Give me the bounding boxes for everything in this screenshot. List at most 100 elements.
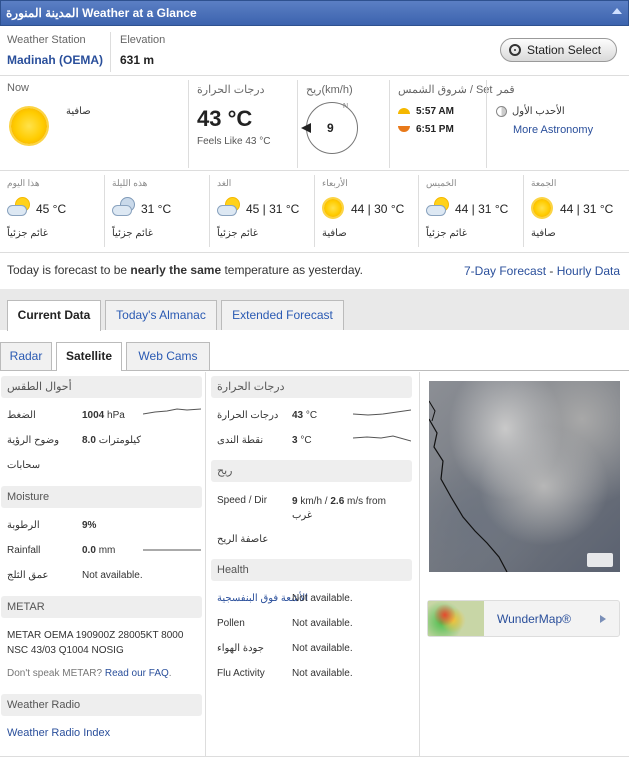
pollen-label: Pollen [217,618,245,629]
humidity-value: 9% [82,520,97,531]
partly-cloudy-icon [7,198,29,218]
tab-current-data[interactable]: Current Data [7,300,101,331]
wundermap-label: WunderMap® [497,612,571,626]
humidity-label: الرطوبة [7,520,40,531]
metar-faq-link[interactable]: Read our FAQ [105,668,169,679]
tab-extended-forecast[interactable]: Extended Forecast [221,300,344,330]
forecast-day-2: الغد [217,178,232,188]
satellite-image[interactable] [429,381,620,572]
elevation-value: 631 m [120,53,155,67]
wind-gust-label: عاصفة الريح [217,534,269,545]
chevron-right-icon [600,615,606,623]
subtab-radar[interactable]: Radar [0,342,52,370]
flu-activity-label: Flu Activity [217,668,265,679]
forecast-temp-5: 44 | 31 °C [560,202,614,216]
sunset-icon [398,126,410,132]
snow-depth-value: Not available. [82,570,143,581]
forecast-day-4: الخميس [426,178,457,188]
temperature-value: 43 °C [292,410,318,421]
wundermap-link[interactable]: WunderMap® [427,600,620,637]
wind-header: ريح [211,460,412,482]
pressure-label: الضغط [7,410,36,421]
sunny-icon [11,108,47,144]
forecast-day-0: هذا اليوم [7,178,40,188]
forecast-temp-1: 31 °C [141,202,172,216]
temp-label: درجات الحرارة [197,84,265,96]
station-name[interactable]: Madinah (OEMA) [7,53,103,67]
temperature-sparkline [353,409,411,416]
current-temp: 43 °C [197,106,253,131]
more-astronomy-link[interactable]: More Astronomy [513,124,593,136]
air-quality-value: Not available. [292,643,353,654]
forecast-temp-3: 44 | 30 °C [351,202,405,216]
forecast-cond-1: غائم جزئياً [112,228,154,239]
dew-point-label: نقطة الندى [217,435,264,446]
wind-speed-label: Speed / Dir [217,495,268,506]
forecast-temp-2: 45 | 31 °C [246,202,300,216]
forecast-day-5: الجمعة [531,178,557,188]
metar-text: METAR OEMA 190900Z 28005KT 8000 NSC 43/0… [7,630,184,656]
sun-label: شروق الشمس / Set [398,84,493,96]
temperature-label: درجات الحرارة [217,410,279,421]
seven-day-forecast-link[interactable]: 7-Day Forecast [464,264,546,278]
partly-cloudy-icon [426,198,448,218]
forecast-temp-0: 45 °C [36,202,67,216]
wind-speed: 9 [327,121,334,135]
temperature-header: درجات الحرارة [211,376,412,398]
forecast-cond-2: غائم جزئياً [217,228,259,239]
dew-point-sparkline [353,435,411,442]
coastline-overlay [429,400,508,572]
pollen-value: Not available. [292,618,353,629]
rainfall-sparkline [143,549,201,551]
subtab-satellite[interactable]: Satellite [56,342,122,371]
station-select-button[interactable]: Station Select [500,38,617,62]
wind-label: ريح(km/h) [306,84,353,96]
sunset-time: 6:51 PM [416,124,454,135]
widget-title: المدينة المنورة Weather at a Glance [6,6,197,20]
now-condition: صافية [66,106,91,117]
partly-cloudy-night-icon [112,198,134,218]
compass-north-label: N [343,103,349,110]
wind-speed-value: 9 km/h / 2.6 m/s from غرب [292,496,386,521]
flu-activity-value: Not available. [292,668,353,679]
clouds-label: سحابات [7,460,41,471]
hourly-data-link[interactable]: Hourly Data [557,264,620,278]
forecast-cond-3: صافية [322,228,347,239]
partly-cloudy-icon [217,198,239,218]
rainfall-label: Rainfall [7,545,41,556]
tab-todays-almanac[interactable]: Today's Almanac [105,300,217,330]
forecast-cond-5: صافية [531,228,556,239]
metar-header: METAR [1,596,202,618]
wind-direction-arrow-icon [301,123,311,133]
collapse-arrow-icon[interactable] [612,8,622,14]
snow-depth-label: عمق الثلج [7,570,49,581]
moon-label: قمر [497,84,515,96]
sunny-icon [324,199,342,217]
subtab-web-cams[interactable]: Web Cams [126,342,210,370]
rainfall-value: 0.0 mm [82,545,116,556]
summary-links: 7-Day Forecast - Hourly Data [464,264,621,278]
forecast-cond-4: غائم جزئياً [426,228,468,239]
weather-radio-link[interactable]: Weather Radio Index [7,727,110,739]
moon-phase: الأحدب الأول [512,106,565,117]
feels-like: Feels Like 43 °C [197,136,271,147]
sunrise-time: 5:57 AM [416,106,454,117]
uv-value: Not available. [292,593,353,604]
now-label: Now [7,82,30,94]
target-icon [509,44,521,56]
pressure-value: 1004 hPa [82,410,125,421]
metar-help: Don't speak METAR? Read our FAQ. [7,668,172,679]
forecast-day-3: الأربعاء [322,178,348,188]
forecast-temp-4: 44 | 31 °C [455,202,509,216]
forecast-cond-0: غائم جزئياً [7,228,49,239]
elevation-label: Elevation [120,34,166,46]
moisture-header: Moisture [1,486,202,508]
visibility-value: 8.0 كيلومترات [82,435,142,446]
dew-point-value: 3 °C [292,435,312,446]
air-quality-label: جودة الهواء [217,643,264,654]
moon-phase-icon [496,106,507,117]
forecast-summary: Today is forecast to be nearly the same … [7,263,363,277]
satellite-logo-icon [587,553,613,567]
sunrise-icon [398,108,410,114]
sunny-icon [533,199,551,217]
